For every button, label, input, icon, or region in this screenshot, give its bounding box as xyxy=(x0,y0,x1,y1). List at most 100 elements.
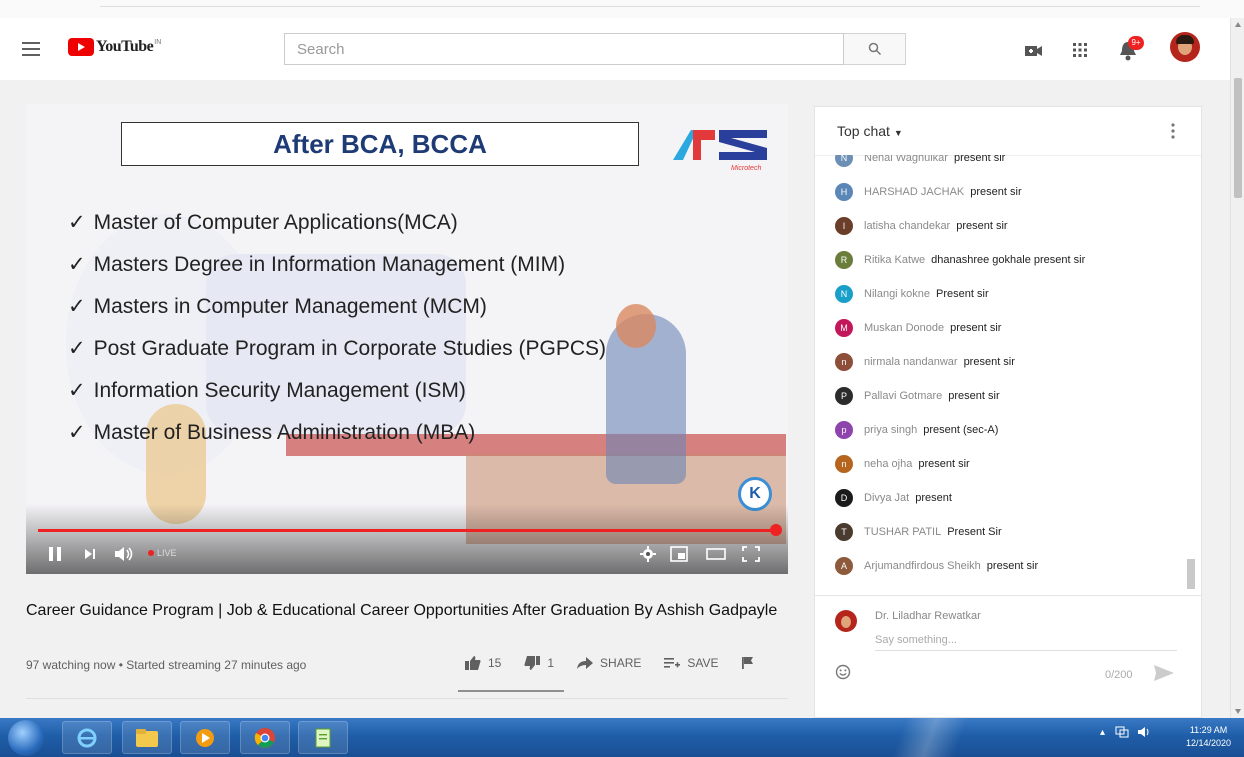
pause-icon[interactable] xyxy=(48,546,62,562)
dislike-button[interactable]: 1 xyxy=(523,655,554,671)
taskbar-clock[interactable]: 11:29 AM 12/14/2020 xyxy=(1186,724,1231,750)
chat-avatar[interactable]: N xyxy=(835,285,853,303)
browser-top-strip xyxy=(0,0,1244,19)
chat-avatar[interactable]: l xyxy=(835,217,853,235)
chat-message[interactable]: l latisha chandekar present sir xyxy=(835,216,1008,236)
notifications-button[interactable]: 9+ xyxy=(1118,36,1148,64)
chat-author-name[interactable]: Divya Jat xyxy=(864,492,909,504)
chat-message[interactable]: T TUSHAR PATIL Present Sir xyxy=(835,522,1002,542)
search-input[interactable] xyxy=(285,34,843,64)
apps-grid-icon[interactable] xyxy=(1072,42,1088,58)
chat-message[interactable]: n nirmala nandanwar present sir xyxy=(835,352,1015,372)
network-icon[interactable] xyxy=(1115,726,1129,738)
chat-message[interactable]: H HARSHAD JACHAK present sir xyxy=(835,182,1022,202)
chat-author-name[interactable]: Pallavi Gotmare xyxy=(864,390,942,402)
create-video-icon[interactable] xyxy=(1024,44,1044,58)
chat-avatar[interactable]: p xyxy=(835,421,853,439)
chat-avatar[interactable]: n xyxy=(835,455,853,473)
tray-expand-icon[interactable]: ▴ xyxy=(1100,727,1105,738)
chat-avatar[interactable]: D xyxy=(835,489,853,507)
chat-avatar[interactable]: M xyxy=(835,319,853,337)
live-dot-icon xyxy=(148,550,154,556)
share-arrow-icon xyxy=(577,657,594,669)
youtube-country-code: IN xyxy=(154,38,162,46)
playlist-add-icon xyxy=(664,658,681,668)
slide-illustration-head xyxy=(616,304,656,348)
chat-header: Top chat ▼ xyxy=(815,107,1201,156)
chat-message-text: dhanashree gokhale present sir xyxy=(931,254,1086,266)
progress-bar[interactable] xyxy=(38,524,782,536)
chat-author-name[interactable]: neha ojha xyxy=(864,458,912,470)
page-scrollbar[interactable] xyxy=(1230,18,1244,718)
account-avatar[interactable] xyxy=(1170,32,1200,62)
miniplayer-icon[interactable] xyxy=(670,546,688,562)
next-icon[interactable] xyxy=(84,548,96,560)
youtube-logo[interactable]: YouTube IN xyxy=(68,38,161,56)
fullscreen-icon[interactable] xyxy=(742,546,760,562)
save-button[interactable]: SAVE xyxy=(663,656,719,670)
chat-avatar[interactable]: N xyxy=(835,155,853,167)
search-box xyxy=(284,33,844,65)
chat-message[interactable]: N Nilangi kokne Present sir xyxy=(835,284,989,304)
chat-message[interactable]: P Pallavi Gotmare present sir xyxy=(835,386,1000,406)
chat-scrollbar-thumb[interactable] xyxy=(1187,559,1195,589)
chat-message[interactable]: p priya singh present (sec-A) xyxy=(835,420,998,440)
chat-author-name[interactable]: Muskan Donode xyxy=(864,322,944,334)
scrubber-handle[interactable] xyxy=(770,524,782,536)
chat-avatar[interactable]: H xyxy=(835,183,853,201)
volume-icon[interactable] xyxy=(114,546,134,562)
start-button[interactable] xyxy=(8,720,44,756)
chat-author-name[interactable]: HARSHAD JACHAK xyxy=(864,186,964,198)
chat-avatar[interactable]: n xyxy=(835,353,853,371)
scroll-down-arrow-icon[interactable] xyxy=(1235,709,1241,714)
taskbar-notepad[interactable] xyxy=(298,721,348,754)
chat-message[interactable]: A Arjumandfirdous Sheikh present sir xyxy=(835,556,1038,576)
scroll-up-arrow-icon[interactable] xyxy=(1235,22,1241,27)
settings-gear-icon[interactable] xyxy=(640,546,656,562)
scrollbar-thumb[interactable] xyxy=(1234,78,1242,198)
chat-avatar[interactable]: R xyxy=(835,251,853,269)
video-player[interactable]: After BCA, BCCA Microtech ✓ Master of Com… xyxy=(26,104,788,574)
top-chat-dropdown[interactable]: Top chat ▼ xyxy=(837,123,903,139)
chat-author-name[interactable]: Nilangi kokne xyxy=(864,288,930,300)
share-button[interactable]: SHARE xyxy=(576,656,641,670)
search-button[interactable] xyxy=(844,33,906,65)
chat-author-name[interactable]: Arjumandfirdous Sheikh xyxy=(864,560,981,572)
like-button[interactable]: 15 xyxy=(464,655,501,671)
chat-author-name[interactable]: latisha chandekar xyxy=(864,220,950,232)
chat-avatar[interactable]: A xyxy=(835,557,853,575)
chat-author-name[interactable]: priya singh xyxy=(864,424,917,436)
report-button[interactable] xyxy=(741,656,761,670)
chat-message[interactable]: R Ritika Katwe dhanashree gokhale present … xyxy=(835,250,1085,270)
program-item: ✓ Post Graduate Program in Corporate Stud… xyxy=(68,337,606,360)
char-counter: 0/200 xyxy=(1105,669,1133,681)
player-controls: LIVE xyxy=(38,540,776,570)
chat-message-input[interactable] xyxy=(875,630,1177,651)
taskbar-chrome[interactable] xyxy=(240,721,290,754)
speaker-icon[interactable] xyxy=(1137,726,1151,738)
chat-message[interactable]: D Divya Jat present xyxy=(835,488,952,508)
chat-author-name[interactable]: TUSHAR PATIL xyxy=(864,526,941,538)
theater-mode-icon[interactable] xyxy=(706,546,726,562)
emoji-icon[interactable] xyxy=(835,664,851,680)
chat-message[interactable]: N Nehal Waghulkar present sir xyxy=(835,155,1005,168)
program-item: ✓ Masters Degree in Information Managemen… xyxy=(68,253,566,276)
chat-message[interactable]: n neha ojha present sir xyxy=(835,454,970,474)
chat-author-name[interactable]: nirmala nandanwar xyxy=(864,356,958,368)
more-options-icon[interactable] xyxy=(1171,123,1175,139)
chat-author-name[interactable]: Nehal Waghulkar xyxy=(864,155,948,164)
live-badge[interactable]: LIVE xyxy=(148,548,177,558)
chat-author-name[interactable]: Ritika Katwe xyxy=(864,254,925,266)
taskbar-media-player[interactable] xyxy=(180,721,230,754)
chat-avatar[interactable]: P xyxy=(835,387,853,405)
browser-strip-line xyxy=(100,6,1200,7)
chat-message-list[interactable]: N Nehal Waghulkar present sir H HARSHAD JACH… xyxy=(815,155,1201,595)
chat-message[interactable]: M Muskan Donode present sir xyxy=(835,318,1001,338)
send-icon[interactable] xyxy=(1153,664,1175,682)
chat-avatar[interactable]: T xyxy=(835,523,853,541)
checkmark-icon: ✓ xyxy=(68,421,86,444)
hamburger-menu-icon[interactable] xyxy=(22,42,40,56)
taskbar-ie[interactable] xyxy=(62,721,112,754)
live-chat-panel: Top chat ▼ N Nehal Waghulkar present sir H H… xyxy=(814,106,1202,718)
taskbar-explorer[interactable] xyxy=(122,721,172,754)
